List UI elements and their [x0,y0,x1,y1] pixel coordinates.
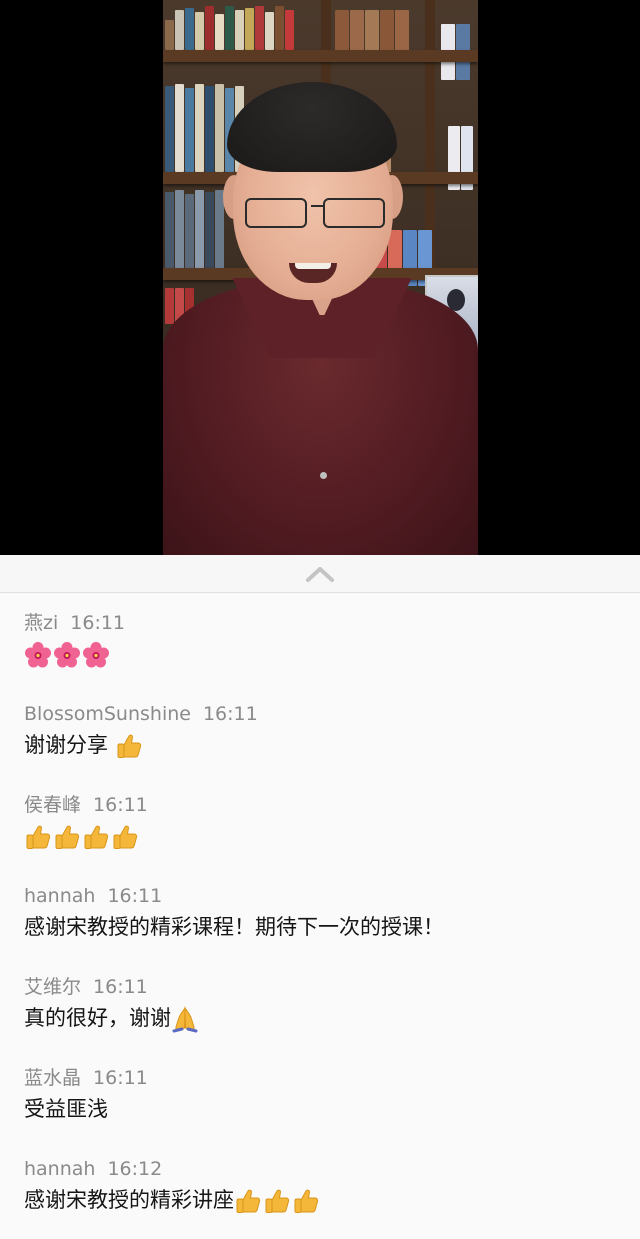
thumbs-up-icon [236,1189,261,1213]
flower-icon [54,642,80,668]
video-player[interactable] [0,0,640,555]
thumbs-up-icon [55,825,80,849]
comment-item: 燕zi 16:11 [24,610,620,672]
video-frame [163,0,478,555]
presenter [163,0,478,555]
comment-time: 16:11 [93,794,148,816]
comment-author: hannah [24,1158,96,1180]
comment-item: 艾维尔 16:11 真的很好，谢谢 [24,974,620,1036]
comment-item: 侯春峰 16:11 [24,792,620,854]
glasses-lens [323,198,385,228]
hair [227,82,397,172]
chevron-up-icon[interactable] [305,565,335,583]
comment-text: 感谢宋教授的精彩课程！期待下一次的授课！ [24,915,444,939]
glasses-bridge [311,205,325,207]
comment-time: 16:11 [202,703,258,725]
comment-text: 受益匪浅 [24,1097,108,1121]
thumbs-up-icon [113,825,138,849]
comment-author: 蓝水晶 [24,1067,82,1089]
comment-item: hannah 16:11 感谢宋教授的精彩课程！期待下一次的授课！ [24,883,620,945]
flower-icon [25,642,51,668]
comment-text: 谢谢分享 [24,727,620,763]
thumbs-up-icon [265,1189,290,1213]
comment-item: hannah 16:12 感谢宋教授的精彩讲座 [24,1156,620,1218]
comment-author: 燕zi [24,612,59,634]
comment-item: BlossomSunshine 16:11 谢谢分享 [24,701,620,763]
comment-text [24,636,620,672]
comment-author: BlossomSunshine [24,703,191,725]
comment-time: 16:11 [107,885,163,907]
comment-author: 侯春峰 [24,794,82,816]
thumbs-up-icon [294,1189,319,1213]
thumbs-up-icon [117,734,141,758]
comment-text [24,818,620,854]
comment-item: 蓝水晶 16:11 受益匪浅 [24,1065,620,1127]
comment-list[interactable]: 燕zi 16:11 BlossomSunshine 16:11 谢谢分享 侯春峰 16… [0,594,640,1239]
thumbs-up-icon [26,825,51,849]
shirt-button [320,472,327,479]
flower-icon [83,642,109,668]
comment-time: 16:11 [70,612,126,634]
glasses-lens [245,198,307,228]
thumbs-up-icon [84,825,109,849]
comment-time: 16:12 [107,1158,163,1180]
comment-author: 艾维尔 [24,976,82,998]
comment-text: 真的很好，谢谢 [24,1000,620,1036]
comment-text: 感谢宋教授的精彩讲座 [24,1182,620,1218]
collapse-handle[interactable] [0,555,640,593]
comment-author: hannah [24,885,96,907]
folded-hands-icon [172,1006,198,1033]
comment-time: 16:11 [93,1067,148,1089]
comment-time: 16:11 [93,976,148,998]
